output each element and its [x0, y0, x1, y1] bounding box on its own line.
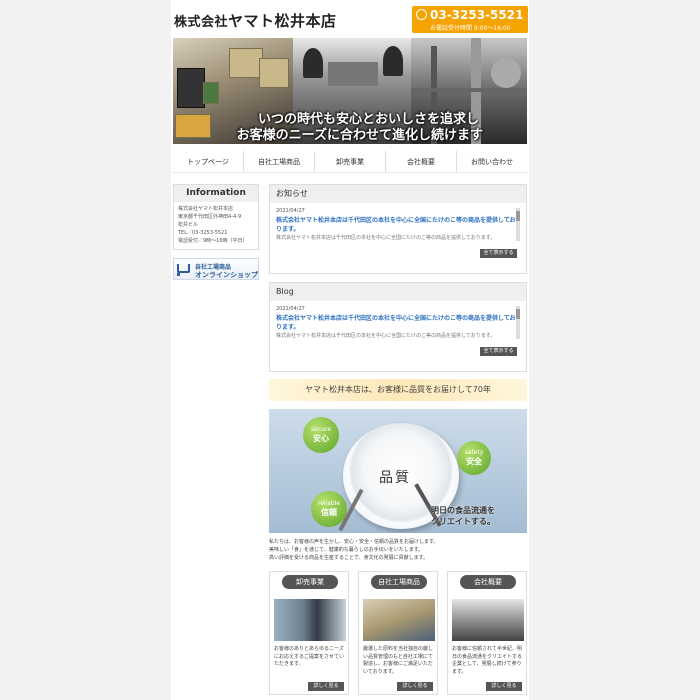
company-prefix: 株式会社 — [174, 15, 229, 30]
card-company-more-button[interactable]: 詳しく見る — [486, 682, 522, 691]
blog-excerpt: 株式会社ヤマト松井本店は千代田区の本社を中心に全国にたけのこ等の商品を提供してお… — [276, 333, 496, 339]
nav-item-company[interactable]: 会社概要 — [386, 151, 457, 172]
bubble-reliable-jp: 信頼 — [321, 508, 337, 517]
site-header: 株式会社ヤマト松井本店 03-3253-5521 お電話受付時間 9:00～16… — [171, 0, 529, 38]
shopping-cart-icon — [177, 264, 190, 276]
blog-box: Blog 2021/04/27 株式会社ヤマト松井本店は千代田区の本社を中心に全… — [269, 282, 527, 372]
card-factory-products: 自社工場商品 厳選した原料を当社独自の厳しい品質管理のもと自社工場にて製造し、お… — [358, 571, 438, 695]
intro-line: 私たちは、お客様の声を生かし、安心・安全・信頼の品質をお届けします。 — [269, 539, 439, 545]
card-wholesale-text: お客様のありとあらゆるニーズにお応えするご提案をさせていただきます。 — [274, 646, 345, 667]
card-wholesale-photo — [274, 599, 346, 641]
bubble-secure: secure 安心 — [303, 417, 339, 453]
phone-banner[interactable]: 03-3253-5521 お電話受付時間 9:00～16:00 — [412, 6, 528, 33]
bubble-reliable-en: reliable — [317, 500, 341, 507]
intro-line: 美味しい「食」を通じて、健康的な暮らしのお手伝いをいたします。 — [269, 547, 424, 553]
card-factory-title: 自社工場商品 — [371, 575, 427, 589]
info-line: 電話受付／9時～16時（平日） — [178, 238, 248, 244]
card-factory-photo — [363, 599, 435, 641]
news-list: 2021/04/27 株式会社ヤマト松井本店は千代田区の本社を中心に全国にたけの… — [276, 208, 520, 241]
intro-line: 高い評価を受ける商品を生産することで、食文化の発展に貢献します。 — [269, 555, 429, 561]
news-scrollbar[interactable] — [516, 208, 520, 241]
card-factory-text: 厳選した原料を当社独自の厳しい品質管理のもと自社工場にて製造し、お客様にご満足い… — [363, 646, 434, 675]
card-company-text: お客様に信頼されて半世紀、明日の食品流通をクリエイトする企業として、発展し続けて… — [452, 646, 523, 675]
plate-copy: 明日の食品流通を クリエイトする。 — [431, 505, 495, 527]
news-view-all-button[interactable]: 全て表示する — [480, 249, 517, 258]
news-title: お知らせ — [270, 185, 526, 203]
phone-hours: お電話受付時間 9:00～16:00 — [430, 25, 511, 32]
bubble-safety-en: safety — [464, 449, 484, 456]
info-line: TEL／03-3253-5521 — [178, 230, 228, 236]
card-wholesale-more-button[interactable]: 詳しく見る — [308, 682, 344, 691]
news-date: 2021/04/27 — [276, 208, 305, 214]
global-nav: トップページ 自社工場商品 卸売事業 会社概要 お問い合わせ — [173, 151, 527, 173]
site-logo[interactable]: 株式会社ヤマト松井本店 — [174, 10, 337, 31]
card-company: 会社概要 お客様に信頼されて半世紀、明日の食品流通をクリエイトする企業として、発… — [447, 571, 527, 695]
hero-catch-line-2: お客様のニーズに合わせて進化し続けます — [236, 128, 483, 143]
blog-scrollbar[interactable] — [516, 306, 520, 339]
phone-number: 03-3253-5521 — [430, 8, 524, 22]
card-company-photo — [452, 599, 524, 641]
sidebar-information: Information 株式会社ヤマト松井本店 東京都千代田区外神田4-4-9 … — [173, 184, 259, 250]
plate-center-text: 品質 — [379, 470, 411, 486]
bubble-safety: safety 安全 — [457, 441, 491, 475]
card-wholesale-title: 卸売事業 — [282, 575, 338, 589]
info-line: 株式会社ヤマト松井本店 — [178, 206, 234, 212]
blog-headline-link[interactable]: 株式会社ヤマト松井本店は千代田区の本社を中心に全国にたけのこ等の商品を提供してお… — [276, 314, 520, 332]
nav-item-top[interactable]: トップページ — [173, 151, 244, 172]
plate-copy-line-1: 明日の食品流通を — [431, 506, 495, 515]
quality-plate-image: 品質 secure 安心 safety 安全 reliable 信頼 明日の食品… — [269, 409, 527, 533]
phone-icon — [416, 9, 427, 20]
sidebar-info-title: Information — [174, 185, 258, 202]
blog-date: 2021/04/27 — [276, 306, 305, 312]
intro-text: 私たちは、お客様の声を生かし、安心・安全・信頼の品質をお届けします。 美味しい「… — [269, 538, 527, 562]
page: 株式会社ヤマト松井本店 03-3253-5521 お電話受付時間 9:00～16… — [171, 0, 529, 700]
bubble-safety-jp: 安全 — [466, 457, 482, 466]
card-factory-more-button[interactable]: 詳しく見る — [397, 682, 433, 691]
info-line: 東京都千代田区外神田4-4-9 — [178, 214, 242, 220]
tagline-banner: ヤマト松井本店は、お客様に品質をお届けして70年 — [269, 379, 527, 401]
online-shop-label-2: オンラインショップ — [195, 271, 258, 279]
bubble-secure-jp: 安心 — [313, 434, 329, 443]
info-line: 松井ビル — [178, 222, 199, 228]
blog-list: 2021/04/27 株式会社ヤマト松井本店は千代田区の本社を中心に全国にたけの… — [276, 306, 520, 339]
news-box: お知らせ 2021/04/27 株式会社ヤマト松井本店は千代田区の本社を中心に全… — [269, 184, 527, 274]
nav-item-factory-products[interactable]: 自社工場商品 — [244, 151, 315, 172]
news-headline-link[interactable]: 株式会社ヤマト松井本店は千代田区の本社を中心に全国にたけのこ等の商品を提供してお… — [276, 216, 520, 234]
nav-item-wholesale[interactable]: 卸売事業 — [315, 151, 386, 172]
plate-copy-line-2: クリエイトする。 — [431, 517, 495, 526]
card-company-title: 会社概要 — [460, 575, 516, 589]
company-name: ヤマト松井本店 — [228, 12, 337, 30]
bubble-secure-en: secure — [311, 426, 331, 433]
nav-item-contact[interactable]: お問い合わせ — [457, 151, 527, 172]
hero-banner: いつの時代も安心とおいしさを追求し お客様のニーズに合わせて進化し続けます — [173, 38, 527, 144]
card-wholesale: 卸売事業 お客様のありとあらゆるニーズにお応えするご提案をさせていただきます。 … — [269, 571, 349, 695]
bubble-reliable: reliable 信頼 — [311, 491, 347, 527]
blog-view-all-button[interactable]: 全て表示する — [480, 347, 517, 356]
online-shop-button[interactable]: 自社工場商品 オンラインショップ — [173, 258, 259, 280]
news-excerpt: 株式会社ヤマト松井本店は千代田区の本社を中心に全国にたけのこ等の商品を提供してお… — [276, 235, 496, 241]
blog-title: Blog — [270, 283, 526, 301]
